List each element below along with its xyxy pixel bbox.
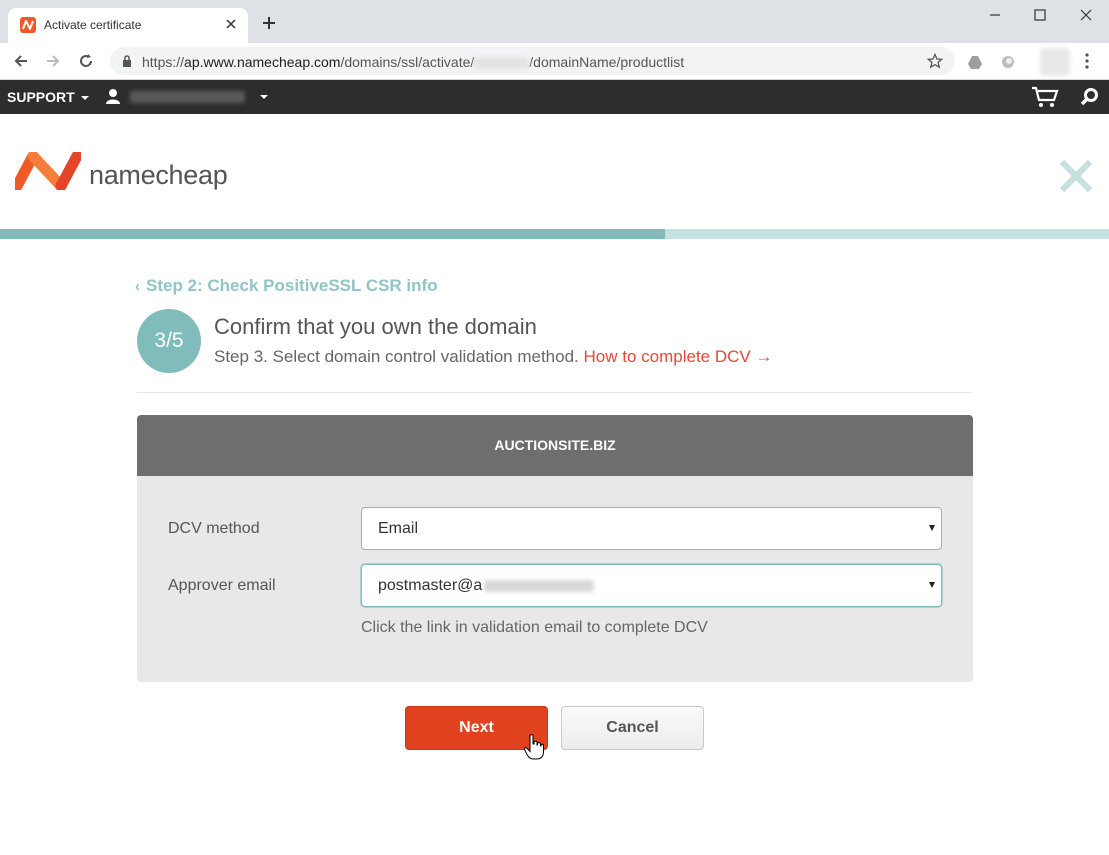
redacted-domain xyxy=(484,579,595,592)
approver-email-select[interactable]: postmaster@a xyxy=(361,564,942,607)
step-subtitle-text: Step 3. Select domain control validation… xyxy=(214,347,579,366)
extension-icon[interactable] xyxy=(1000,54,1016,70)
approver-email-label: Approver email xyxy=(168,577,276,594)
browser-tab[interactable]: Activate certificate xyxy=(8,8,248,43)
domain-header: AUCTIONSITE.BIZ xyxy=(137,415,973,476)
maximize-icon[interactable] xyxy=(1033,8,1047,22)
how-to-dcv-link[interactable]: How to complete DCV → xyxy=(584,347,773,366)
back-to-step-2-link[interactable]: ‹ Step 2: Check PositiveSSL CSR info xyxy=(135,276,438,296)
step-subtitle: Step 3. Select domain control validation… xyxy=(214,347,772,367)
search-icon[interactable] xyxy=(1080,87,1100,107)
chevron-left-icon: ‹ xyxy=(135,278,140,295)
dcv-form-panel: DCV method Email Approver email postmast… xyxy=(137,476,973,682)
chevron-down-icon xyxy=(80,96,89,101)
back-arrow-icon[interactable] xyxy=(13,53,29,69)
divider xyxy=(137,392,972,393)
dcv-method-label: DCV method xyxy=(168,520,260,537)
dcv-hint: Click the link in validation email to co… xyxy=(361,619,708,636)
lock-icon xyxy=(123,55,131,67)
window-close-icon[interactable] xyxy=(1079,8,1093,22)
support-label: SUPPORT xyxy=(7,89,75,105)
namecheap-logo-icon[interactable] xyxy=(15,152,81,190)
bookmark-star-icon[interactable] xyxy=(927,53,943,69)
site-top-nav: SUPPORT xyxy=(0,80,1109,114)
wizard-progress-fill xyxy=(0,229,666,239)
tab-title: Activate certificate xyxy=(44,18,142,32)
dropdown-arrow-icon xyxy=(929,582,935,588)
forward-arrow-icon[interactable] xyxy=(45,53,61,69)
brand-name: namecheap xyxy=(89,160,228,190)
browser-toolbar: https://ap.www.namecheap.com/domains/ssl… xyxy=(0,43,1109,80)
url-path-tail: /domainName/productlist xyxy=(529,54,685,70)
support-menu[interactable]: SUPPORT xyxy=(7,89,89,105)
url-path: /domains/ssl/activate/ xyxy=(340,54,475,70)
reload-icon[interactable] xyxy=(78,53,94,69)
back-link-label: Step 2: Check PositiveSSL CSR info xyxy=(146,276,438,295)
dcv-method-select[interactable]: Email xyxy=(361,507,942,550)
namecheap-favicon-icon xyxy=(20,17,36,33)
hand-cursor-icon xyxy=(524,734,544,760)
close-wizard-icon[interactable] xyxy=(1058,158,1094,194)
url-text: https://ap.www.namecheap.com/domains/ssl… xyxy=(142,54,684,70)
approver-email-text: postmaster@a xyxy=(378,577,483,594)
address-bar[interactable]: https://ap.www.namecheap.com/domains/ssl… xyxy=(110,47,955,75)
step-badge: 3/5 xyxy=(137,309,201,373)
approver-email-value: postmaster@a xyxy=(378,577,595,595)
wizard-progress-bar xyxy=(0,229,1109,239)
tab-close-icon[interactable] xyxy=(224,17,238,31)
redacted-id xyxy=(474,57,530,70)
cart-icon[interactable] xyxy=(1031,86,1059,108)
drive-extension-icon[interactable] xyxy=(967,54,983,70)
new-tab-icon[interactable] xyxy=(262,16,276,30)
cancel-button[interactable]: Cancel xyxy=(561,706,704,750)
dropdown-arrow-icon xyxy=(929,525,935,531)
page-title: Confirm that you own the domain xyxy=(214,314,537,339)
url-scheme: https:// xyxy=(142,54,185,70)
browser-tabstrip: Activate certificate xyxy=(0,0,1109,43)
dcv-method-value: Email xyxy=(378,520,419,537)
username-redacted[interactable] xyxy=(130,91,245,103)
chrome-menu-icon[interactable] xyxy=(1084,53,1090,69)
minimize-icon[interactable] xyxy=(988,8,1002,22)
profile-avatar[interactable] xyxy=(1040,48,1070,76)
user-menu-chevron-icon[interactable] xyxy=(260,95,268,99)
url-host: ap.www.namecheap.com xyxy=(184,54,341,70)
user-icon[interactable] xyxy=(105,88,121,104)
